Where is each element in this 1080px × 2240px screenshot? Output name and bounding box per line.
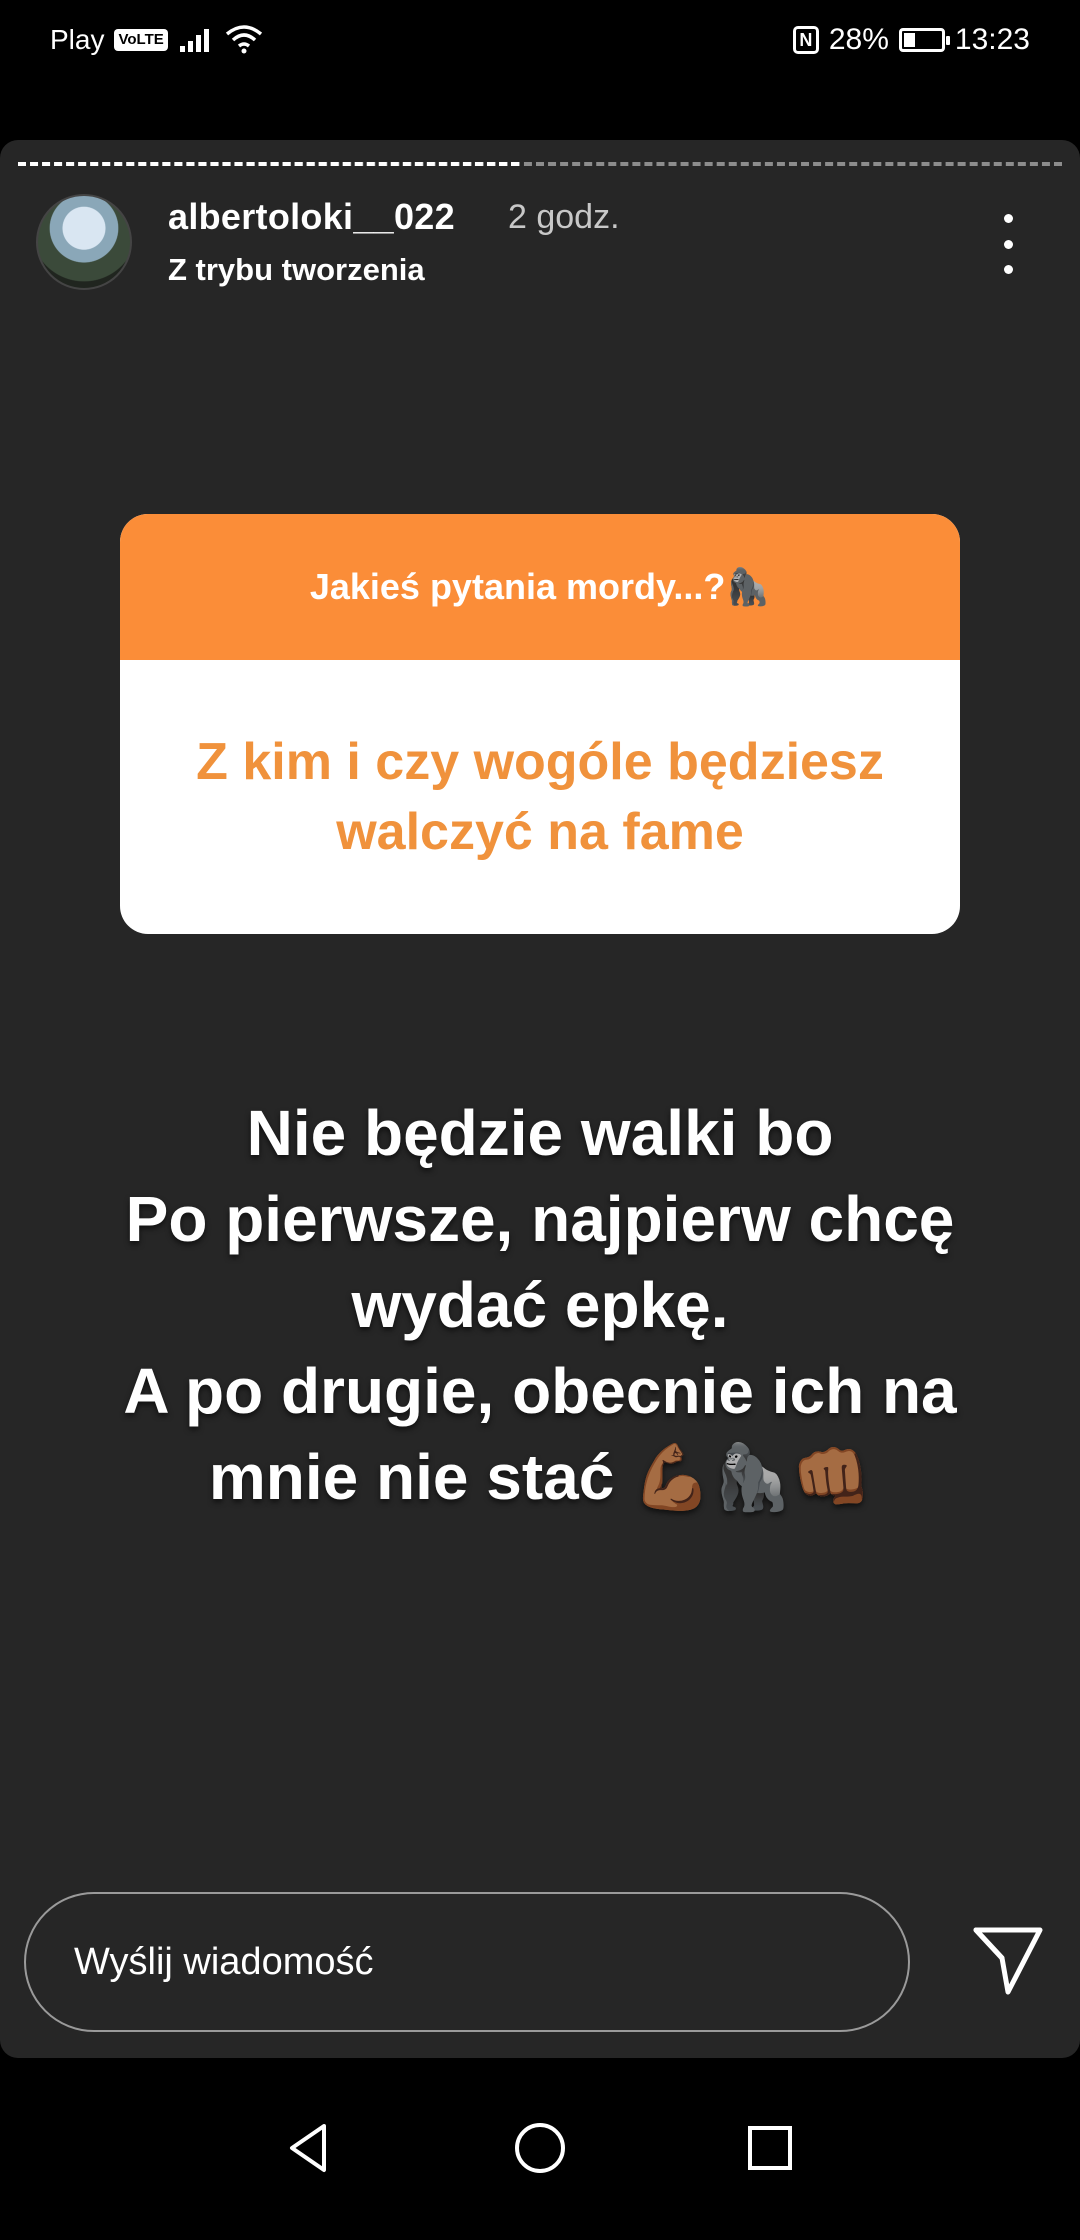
nfc-icon: N	[792, 26, 819, 54]
battery-icon	[898, 28, 950, 52]
time-ago: 2 godz.	[508, 198, 620, 236]
send-icon[interactable]	[970, 1922, 1046, 1998]
volte-icon: VoLTE	[114, 29, 168, 51]
story-panel[interactable]: albertoloki__022 2 godz. Z trybu tworzen…	[0, 140, 1080, 2058]
story-progress-done	[18, 162, 520, 166]
answer-line: A po drugie, obecnie ich na	[123, 1355, 957, 1427]
story-subtitle: Z trybu tworzenia	[168, 252, 425, 287]
status-bar: Play VoLTE N 28% 13:23	[0, 0, 1080, 80]
more-dot	[1003, 214, 1013, 223]
avatar[interactable]	[36, 194, 132, 290]
carrier-label: Play	[50, 24, 105, 55]
question-sticker: Jakieś pytania mordy...?🦍 Z kim i czy wo…	[120, 514, 960, 934]
back-icon[interactable]	[280, 2118, 340, 2178]
answer-line: Po pierwsze, najpierw chcę	[125, 1183, 955, 1255]
username[interactable]: albertoloki__022	[168, 196, 455, 238]
more-vertical-icon[interactable]	[988, 214, 1028, 274]
reply-placeholder: Wyślij wiadomość	[74, 1940, 374, 1983]
answer-line: wydać epkę.	[351, 1269, 729, 1341]
more-dot	[1003, 265, 1013, 274]
clock: 13:23	[954, 23, 1030, 56]
status-left: Play VoLTE	[50, 20, 264, 60]
question-header: Jakieś pytania mordy...?🦍	[120, 514, 960, 660]
reply-input[interactable]: Wyślij wiadomość	[24, 1892, 910, 2032]
answer-line: Nie będzie walki bo	[246, 1097, 834, 1169]
system-nav-bar	[0, 2058, 1080, 2240]
battery-fill	[903, 33, 916, 47]
status-right: N 28% 13:23	[792, 20, 1030, 60]
home-icon[interactable]	[510, 2118, 570, 2178]
battery-percent: 28%	[828, 23, 889, 56]
signal-icon	[179, 29, 209, 52]
more-dot	[1003, 239, 1013, 249]
answer-text: Nie będzie walki bo Po pierwsze, najpier…	[60, 1090, 1020, 1520]
recents-icon[interactable]	[740, 2118, 800, 2178]
wifi-icon	[225, 25, 262, 54]
story-progress-bar	[18, 162, 1062, 170]
answer-line: mnie nie stać 💪🏾🦍👊🏾	[208, 1441, 872, 1513]
question-text: Z kim i czy wogóle będziesz walczyć na f…	[196, 733, 884, 861]
